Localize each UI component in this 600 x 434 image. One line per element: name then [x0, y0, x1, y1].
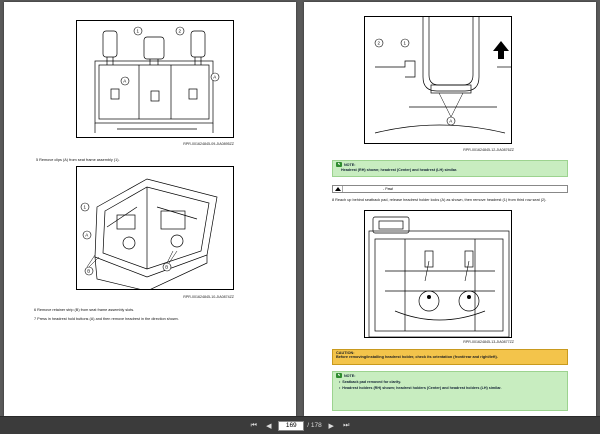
pdf-viewer: 1 2 A A RPR-001624845-09-JIA0895ZZ 5 Rem… — [0, 0, 600, 434]
callout-b-left: B — [87, 269, 90, 274]
note-box: ✎NOTE: Seatback pad removed for clarity.… — [332, 371, 568, 411]
step-7: 7 Press in headrest hold buttons (A) and… — [34, 317, 179, 321]
callout-a-right: A — [213, 75, 216, 80]
page-169: 1 2 A A RPR-001624845-09-JIA0895ZZ 5 Rem… — [4, 2, 296, 416]
figure-id: RPR-001624845-09-JIA0895ZZ — [183, 142, 234, 146]
list-item: Headrest holders (RH) shown; headrest ho… — [339, 386, 567, 390]
seat-rear-illustration: 1 2 A A — [94, 26, 220, 133]
figure-seat-rear: 1 2 A A — [76, 20, 234, 138]
list-item: Seatback pad removed for clarity. — [339, 380, 567, 384]
last-page-button[interactable]: ⏭ — [341, 420, 352, 431]
figure-id: RPR-001624845-13-JIA0877ZZ — [463, 340, 514, 344]
callout-b-right: B — [165, 265, 168, 270]
caution-text: Before removing/installing headrest hold… — [336, 355, 498, 359]
pdf-toolbar: ⏮ ◀ / 178 ▶ ⏭ — [0, 416, 600, 434]
note-icon: ✎ — [336, 373, 342, 378]
first-page-button[interactable]: ⏮ — [248, 420, 259, 431]
note-box: ✎ NOTE: Headrest (RH) shown; headrest (Ce… — [332, 160, 568, 177]
note-title: NOTE: — [344, 373, 356, 378]
seat-frame-illustration: 1 A B B — [80, 178, 218, 289]
note-list: Seatback pad removed for clarity. Headre… — [333, 380, 567, 390]
page-number-input[interactable] — [278, 420, 305, 431]
caution-box: CAUTION: Before removing/installing head… — [332, 349, 568, 365]
next-page-button[interactable]: ▶ — [326, 420, 337, 431]
figure-headrest-holder: 2 1 A — [364, 16, 512, 144]
seatback-frame-illustration — [368, 216, 510, 337]
page-total: / 178 — [307, 422, 322, 429]
step-8-text: 8 Reach up behind seatback pad, release … — [332, 198, 547, 202]
step-8: 8 Reach up behind seatback pad, release … — [332, 198, 568, 203]
note-icon: ✎ — [336, 162, 342, 167]
figure-seatback-frame — [364, 210, 512, 338]
headrest-holder-illustration: 2 1 A — [374, 17, 511, 134]
note-text: Headrest (RH) shown; headrest (Center) a… — [341, 168, 458, 172]
figure-id: RPR-001624845-10-JIA0874ZZ — [183, 295, 234, 299]
step-5: 5 Remove clips (A) from seat frame assem… — [36, 158, 120, 162]
page-navigator: / 178 — [278, 420, 322, 431]
legend-text: - Pawl — [383, 187, 393, 191]
figure-id: RPR-001624845-12-JIA0876ZZ — [463, 148, 514, 152]
arrow-up-icon — [493, 41, 509, 59]
callout-a-left: A — [123, 79, 126, 84]
note-title: NOTE: — [344, 162, 356, 167]
callout-a: A — [449, 119, 452, 124]
pawl-symbol-icon — [333, 186, 343, 192]
legend-row: - Pawl — [332, 185, 568, 193]
previous-page-button[interactable]: ◀ — [263, 420, 274, 431]
page-170: 2 1 A RPR-001624845-12-JIA0876ZZ ✎ NOTE: … — [304, 2, 596, 416]
step-6: 6 Remove retainer strip (B) from seat fr… — [34, 308, 135, 312]
callout-a: A — [85, 233, 88, 238]
figure-seat-frame: 1 A B B — [76, 166, 234, 290]
